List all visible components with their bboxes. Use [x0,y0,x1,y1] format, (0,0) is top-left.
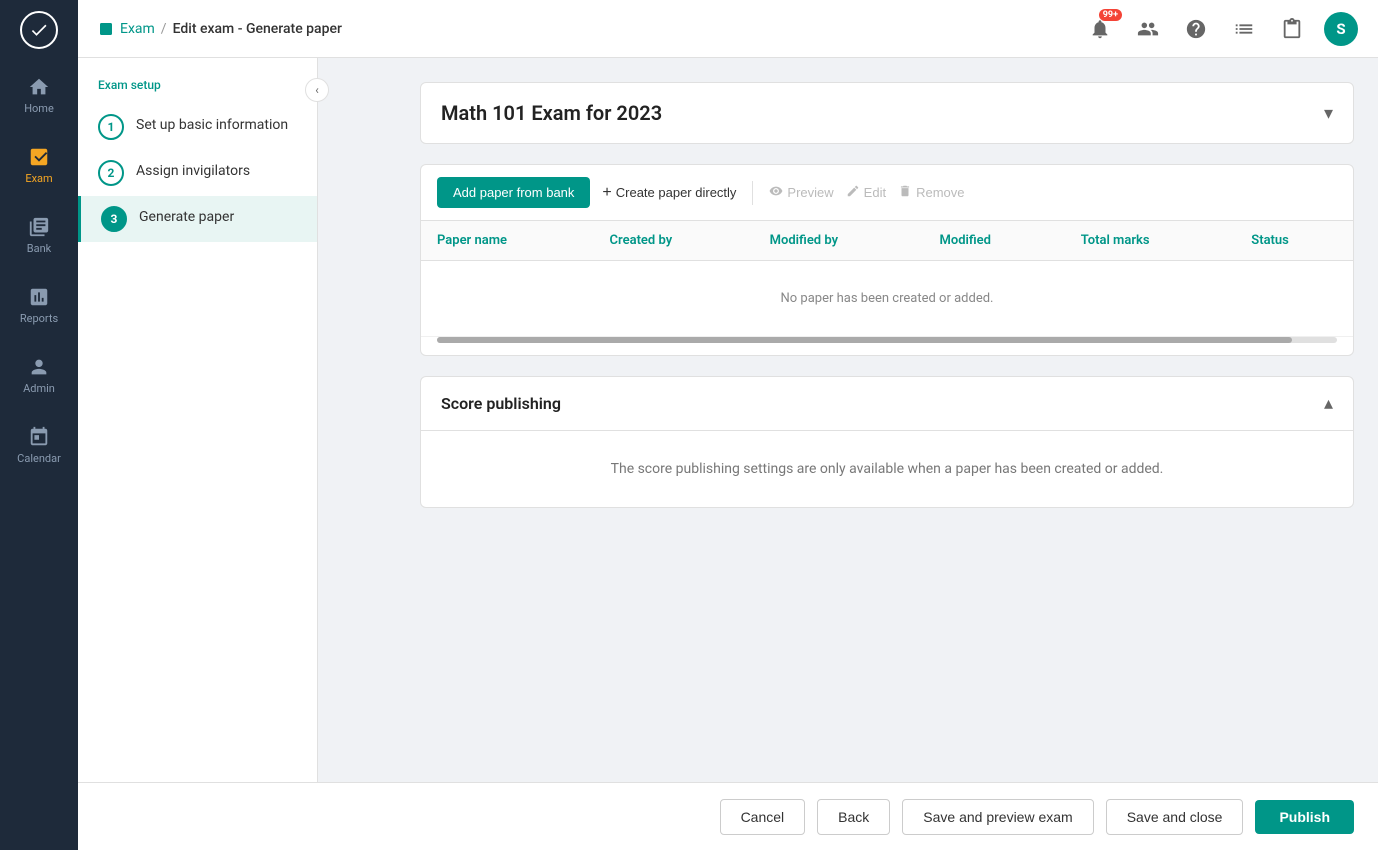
notification-badge: 99+ [1099,9,1122,21]
edit-button[interactable]: Edit [846,184,886,201]
breadcrumb-separator: / [161,21,167,37]
cancel-button[interactable]: Cancel [720,799,806,835]
trash-icon [898,184,912,201]
score-body-message: The score publishing settings are only a… [611,461,1164,477]
sidebar-item-bank[interactable]: Bank [0,200,78,270]
breadcrumb-current: Edit exam - Generate paper [173,21,342,37]
col-modified-by: Modified by [754,221,924,261]
score-header[interactable]: Score publishing ▴ [421,377,1353,431]
score-body: The score publishing settings are only a… [421,431,1353,507]
step-3-circle: 3 [101,206,127,232]
sidebar: Home Exam Bank Reports Admin Calendar [0,0,78,850]
left-panel: ‹ Exam setup 1 Set up basic information … [78,58,318,850]
list-icon[interactable] [1228,13,1260,45]
step-1-circle: 1 [98,114,124,140]
save-preview-button[interactable]: Save and preview exam [902,799,1093,835]
step-2-circle: 2 [98,160,124,186]
collapse-button[interactable]: ‹ [305,78,329,102]
no-data-message: No paper has been created or added. [421,261,1353,337]
app-logo [20,11,58,49]
step-3-label: Generate paper [139,206,234,225]
clipboard-icon[interactable] [1276,13,1308,45]
step-2[interactable]: 2 Assign invigilators [78,150,317,196]
table-scroll-thumb [437,337,1292,343]
step-1[interactable]: 1 Set up basic information [78,104,317,150]
pencil-icon [846,184,860,201]
col-paper-name: Paper name [421,221,594,261]
help-icon[interactable] [1180,13,1212,45]
eye-icon [769,184,783,201]
people-icon[interactable] [1132,13,1164,45]
chevron-up-icon: ▴ [1324,393,1333,414]
create-paper-button[interactable]: + Create paper directly [602,184,736,202]
col-created-by: Created by [594,221,754,261]
sidebar-item-home[interactable]: Home [0,60,78,130]
save-close-button[interactable]: Save and close [1106,799,1244,835]
preview-button[interactable]: Preview [769,184,833,201]
main-content: Math 101 Exam for 2023 ▾ Add paper from … [396,58,1378,850]
col-status: Status [1235,221,1353,261]
exam-title: Math 101 Exam for 2023 [441,101,662,125]
toolbar-separator [752,181,753,205]
sidebar-item-calendar[interactable]: Calendar [0,410,78,480]
exam-title-card: Math 101 Exam for 2023 ▾ [420,82,1354,144]
sidebar-item-admin[interactable]: Admin [0,340,78,410]
bottom-bar: Cancel Back Save and preview exam Save a… [78,782,1378,850]
breadcrumb-exam-link[interactable]: Exam [120,21,155,37]
panel-section-label: Exam setup [78,78,317,104]
step-1-label: Set up basic information [136,114,288,133]
publish-button[interactable]: Publish [1255,800,1354,834]
user-avatar[interactable]: S [1324,12,1358,46]
topnav: Exam / Edit exam - Generate paper 99+ S [78,0,1378,58]
score-section: Score publishing ▴ The score publishing … [420,376,1354,508]
sidebar-item-reports[interactable]: Reports [0,270,78,340]
paper-toolbar: Add paper from bank + Create paper direc… [421,165,1353,221]
sidebar-item-exam[interactable]: Exam [0,130,78,200]
col-total-marks: Total marks [1065,221,1236,261]
step-2-label: Assign invigilators [136,160,250,179]
paper-section: Add paper from bank + Create paper direc… [420,164,1354,356]
notification-icon[interactable]: 99+ [1084,13,1116,45]
breadcrumb: Exam / Edit exam - Generate paper [98,21,1084,37]
sidebar-logo[interactable] [0,0,78,60]
no-data-row: No paper has been created or added. [421,261,1353,337]
plus-icon: + [602,184,611,202]
exam-title-chevron[interactable]: ▾ [1324,103,1333,124]
remove-button[interactable]: Remove [898,184,964,201]
step-3[interactable]: 3 Generate paper [78,196,317,242]
table-scroll-track[interactable] [437,337,1337,343]
back-button[interactable]: Back [817,799,890,835]
col-modified: Modified [923,221,1064,261]
add-paper-button[interactable]: Add paper from bank [437,177,590,208]
topnav-icons: 99+ S [1084,12,1358,46]
paper-table: Paper name Created by Modified by Modifi… [421,221,1353,337]
score-title: Score publishing [441,394,561,413]
